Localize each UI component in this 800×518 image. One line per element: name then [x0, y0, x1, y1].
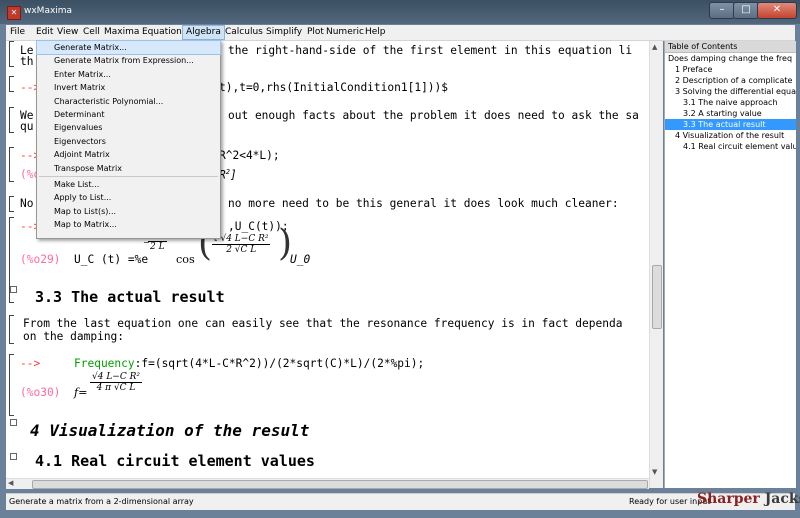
- cos-function: cos: [176, 253, 195, 266]
- cell-square[interactable]: [10, 419, 17, 426]
- input-code-text: t),t=0,rhs(InitialCondition1[1]))$: [219, 81, 449, 94]
- output-lhs: U_C (t) =%e: [74, 253, 149, 266]
- cell-bracket[interactable]: [9, 196, 14, 212]
- menu-help[interactable]: Help: [362, 26, 389, 39]
- menu-item-eigenvalues[interactable]: Eigenvalues: [37, 121, 220, 134]
- cell-bracket[interactable]: [9, 76, 14, 92]
- output-expression: R2]: [219, 168, 237, 182]
- output-label: (%o29): [20, 253, 61, 266]
- menu-numeric[interactable]: Numeric: [323, 26, 367, 39]
- toc-item[interactable]: 2 Description of a complicate: [665, 75, 796, 86]
- text-line: out enough facts about the problem it do…: [228, 109, 639, 122]
- menu-cell[interactable]: Cell: [80, 26, 103, 39]
- menu-item-transpose-matrix[interactable]: Transpose Matrix: [37, 162, 220, 175]
- window-title: wxMaxima: [24, 6, 73, 16]
- menu-separator: [39, 175, 218, 177]
- menu-item-characteristic-polynomial[interactable]: Characteristic Polynomial...: [37, 95, 220, 108]
- frequency-fraction: √4 L−C R² 4 π √C L: [90, 372, 142, 393]
- vertical-scroll-thumb[interactable]: [652, 265, 662, 329]
- cell-square[interactable]: [10, 286, 17, 293]
- menu-item-eigenvectors[interactable]: Eigenvectors: [37, 135, 220, 148]
- maximize-button[interactable]: □: [733, 2, 759, 19]
- exp-denominator: 2 L: [150, 242, 165, 252]
- menu-simplify[interactable]: Simplify: [263, 26, 305, 39]
- cell-bracket[interactable]: [9, 315, 14, 344]
- cell-bracket[interactable]: [9, 41, 14, 67]
- freq-numerator: √4 L−C R²: [90, 372, 142, 383]
- toc-header: Table of Contents: [665, 41, 796, 53]
- menu-item-map-to-matrix[interactable]: Map to Matrix...: [37, 218, 220, 231]
- output-tail: U_0: [290, 253, 311, 266]
- freq-denominator: 4 π √C L: [96, 383, 136, 393]
- algebra-dropdown-menu: Generate Matrix... Generate Matrix from …: [36, 39, 221, 239]
- input-variable: Frequency: [74, 357, 135, 370]
- status-help-text: Generate a matrix from a 2-dimensional a…: [9, 497, 194, 506]
- cell-bracket[interactable]: [9, 354, 14, 416]
- scroll-up-icon[interactable]: ▲: [652, 43, 657, 51]
- toc-item[interactable]: 4.1 Real circuit element valu: [665, 141, 796, 152]
- status-bar: Generate a matrix from a 2-dimensional a…: [6, 493, 795, 510]
- toc-item-selected[interactable]: 3.3 The actual result: [665, 119, 796, 130]
- menu-item-generate-matrix[interactable]: Generate Matrix...: [36, 39, 221, 56]
- menu-item-enter-matrix[interactable]: Enter Matrix...: [37, 68, 220, 81]
- input-code[interactable]: t),t=0,rhs(InitialCondition1[1]))$: [219, 81, 448, 94]
- vertical-scrollbar[interactable]: ▲ ▼: [649, 41, 663, 488]
- minimize-button[interactable]: –: [709, 2, 735, 19]
- cell-bracket[interactable]: [9, 147, 14, 182]
- scroll-left-icon[interactable]: ◀: [8, 479, 13, 487]
- cell-bracket[interactable]: [9, 107, 14, 133]
- toc-item[interactable]: 1 Preface: [665, 64, 796, 75]
- menu-bar: File Edit View Cell Maxima Equations Alg…: [6, 25, 795, 41]
- title-bar: ✕ wxMaxima – □ ✕: [0, 0, 800, 24]
- close-button[interactable]: ✕: [757, 2, 797, 19]
- input-prompt: -->: [20, 357, 41, 370]
- menu-item-adjoint-matrix[interactable]: Adjoint Matrix: [37, 148, 220, 161]
- cos-denominator: 2 √C L: [226, 245, 257, 255]
- menu-calculus[interactable]: Calculus: [222, 26, 266, 39]
- menu-item-apply-to-list[interactable]: Apply to List...: [37, 191, 220, 204]
- menu-item-determinant[interactable]: Determinant: [37, 108, 220, 121]
- watermark-logo: Sharper Jacks: [697, 491, 800, 507]
- input-code[interactable]: R^2<4*L);: [219, 149, 280, 162]
- menu-edit[interactable]: Edit: [33, 26, 56, 39]
- text-line: No: [20, 197, 34, 210]
- input-code[interactable]: Frequency:f=(sqrt(4*L-C*R^2))/(2*sqrt(C)…: [74, 357, 424, 370]
- toc-item[interactable]: 3.1 The naive approach: [665, 97, 796, 108]
- cell-square[interactable]: [10, 453, 17, 460]
- menu-item-generate-matrix-from-expression[interactable]: Generate Matrix from Expression...: [37, 54, 220, 67]
- toc-item[interactable]: 3 Solving the differential equa: [665, 86, 796, 97]
- output-lhs: f=: [74, 386, 88, 399]
- horizontal-scrollbar[interactable]: ◀: [6, 478, 649, 489]
- toc-item[interactable]: 4 Visualization of the result: [665, 130, 796, 141]
- app-window: ✕ wxMaxima – □ ✕ File Edit View Cell Max…: [0, 0, 800, 518]
- menu-file[interactable]: File: [7, 26, 28, 39]
- menu-item-invert-matrix[interactable]: Invert Matrix: [37, 81, 220, 94]
- text-line: qu: [20, 120, 34, 133]
- paragraph-line: on the damping:: [23, 330, 125, 343]
- menu-item-make-list[interactable]: Make List...: [37, 178, 220, 191]
- subsection-heading[interactable]: 4.1 Real circuit element values: [35, 452, 315, 470]
- chapter-heading[interactable]: 4 Visualization of the result: [30, 421, 309, 440]
- menu-maxima[interactable]: Maxima: [101, 26, 142, 39]
- menu-algebra[interactable]: Algebra: [182, 25, 225, 40]
- app-icon: ✕: [7, 6, 21, 20]
- toc-item[interactable]: Does damping change the freq: [665, 53, 796, 64]
- horizontal-scroll-thumb[interactable]: [32, 480, 648, 489]
- menu-item-map-to-lists[interactable]: Map to List(s)...: [37, 205, 220, 218]
- paragraph-line: From the last equation one can easily se…: [23, 317, 623, 330]
- text-line: no more need to be this general it does …: [228, 197, 619, 210]
- output-label: (%o30): [20, 386, 61, 399]
- text-line: th: [20, 55, 34, 68]
- input-expression: :f=(sqrt(4*L-C*R^2))/(2*sqrt(C)*L)/(2*%p…: [134, 357, 425, 370]
- text-line: the right-hand-side of the first element…: [228, 44, 633, 57]
- scroll-down-icon[interactable]: ▼: [652, 468, 657, 476]
- toc-item[interactable]: 3.2 A starting value: [665, 108, 796, 119]
- menu-view[interactable]: View: [54, 26, 81, 39]
- output-bracket: ]: [229, 168, 237, 182]
- section-heading[interactable]: 3.3 The actual result: [35, 288, 225, 306]
- table-of-contents-panel: Table of Contents Does damping change th…: [664, 41, 796, 488]
